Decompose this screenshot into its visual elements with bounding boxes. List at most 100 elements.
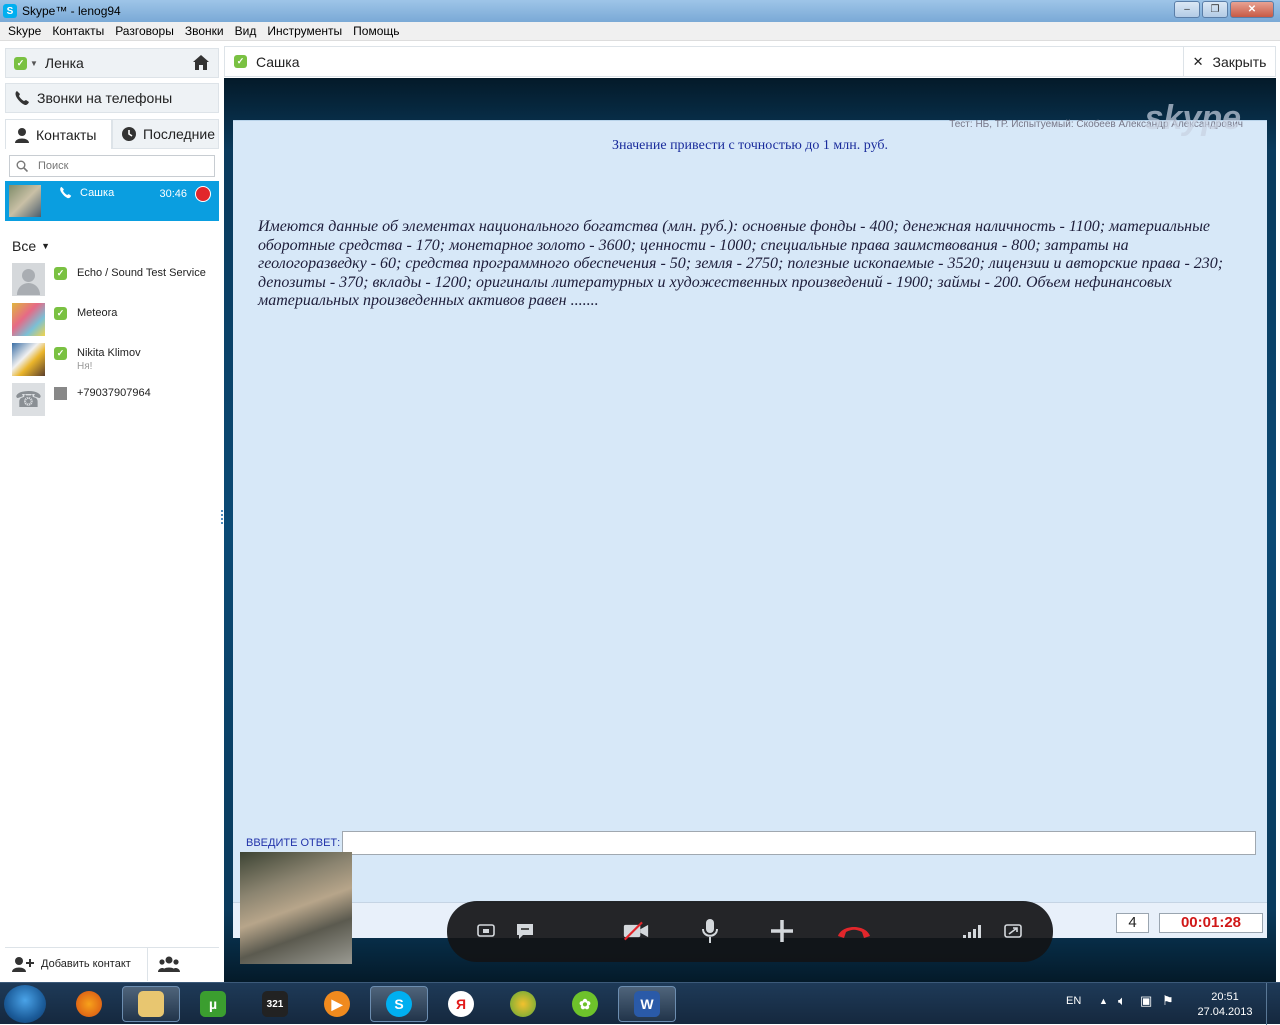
shared-screen: Тест: НБ, ТР. Испытуемый: Скобеев Алекса… — [233, 99, 1267, 938]
minimize-button[interactable]: – — [1174, 1, 1200, 18]
icq-icon[interactable]: ✿ — [556, 986, 614, 1022]
chat-icon[interactable] — [512, 918, 538, 944]
answer-input[interactable] — [342, 831, 1256, 855]
list-item[interactable]: ✓ Meteora — [12, 303, 218, 337]
close-icon: ✕ — [1192, 53, 1204, 69]
share-screen-icon[interactable] — [473, 918, 499, 944]
volume-icon[interactable]: 🔈︎ — [1118, 993, 1126, 1009]
home-icon[interactable] — [192, 54, 210, 72]
signal-strength-icon — [960, 918, 986, 944]
close-window-button[interactable]: ✕ — [1230, 1, 1274, 18]
avatar — [9, 185, 41, 217]
phone-number-icon — [54, 387, 67, 400]
action-center-flag-icon[interactable]: ⚑ — [1162, 993, 1174, 1009]
question-counter: 4 — [1116, 913, 1149, 933]
active-call-contact[interactable]: Сашка 30:46 — [5, 181, 219, 221]
contact-name: Nikita Klimov — [77, 347, 141, 359]
show-desktop-button[interactable] — [1266, 983, 1280, 1025]
close-conversation-button[interactable]: ✕ Закрыть — [1183, 47, 1275, 76]
maximize-button[interactable]: ❐ — [1202, 1, 1228, 18]
chevron-down-icon: ▼ — [41, 241, 51, 251]
skype-taskbar-icon[interactable]: S — [370, 986, 428, 1022]
contact-filter[interactable]: Все ▼ — [12, 238, 50, 254]
phone-icon — [15, 91, 29, 105]
windows-taskbar: µ 321 ▶ S Я ✿ W EN ▲ 🔈︎ ▣ ⚑ 20:51 27.04.… — [0, 982, 1280, 1025]
yandex-browser-icon[interactable]: Я — [432, 986, 490, 1022]
list-item[interactable]: ✓ Echo / Sound Test Service — [12, 263, 218, 297]
language-indicator[interactable]: EN — [1066, 995, 1081, 1007]
menu-calls[interactable]: Звонки — [181, 24, 231, 38]
call-phones-label: Звонки на телефоны — [37, 90, 173, 106]
filter-label: Все — [12, 238, 37, 254]
call-phones-button[interactable]: Звонки на телефоны — [5, 83, 219, 113]
microphone-icon[interactable] — [697, 918, 723, 944]
sidebar-footer: Добавить контакт — [5, 947, 219, 981]
call-duration: 30:46 — [159, 188, 187, 200]
search-icon — [16, 160, 28, 172]
skype-watermark: skype — [1144, 99, 1241, 137]
utorrent-icon[interactable]: µ — [184, 986, 242, 1022]
avatar — [12, 263, 45, 296]
user-status-bar[interactable]: ✓ ▼ Ленка — [5, 48, 219, 78]
window-controls: – ❐ ✕ — [1174, 1, 1274, 18]
menu-view[interactable]: Вид — [231, 24, 264, 38]
menu-skype[interactable]: Skype — [4, 24, 48, 38]
contact-name: Echo / Sound Test Service — [77, 267, 206, 279]
start-button-icon[interactable] — [4, 985, 46, 1023]
chevron-down-icon[interactable]: ▼ — [30, 59, 38, 68]
menu-help[interactable]: Помощь — [349, 24, 406, 38]
play-icon[interactable]: ▶ — [308, 986, 366, 1022]
self-video-preview[interactable] — [240, 852, 352, 964]
search-input[interactable] — [38, 160, 208, 172]
hangup-icon[interactable] — [835, 918, 873, 944]
sidebar: ✓ ▼ Ленка Звонки на телефоны Контакты По… — [0, 42, 224, 982]
phone-icon — [60, 186, 72, 199]
media-player-icon[interactable]: 321 — [246, 986, 304, 1022]
tab-recent[interactable]: Последние — [112, 119, 219, 149]
tab-contacts[interactable]: Контакты — [5, 119, 112, 149]
menu-tools[interactable]: Инструменты — [263, 24, 349, 38]
video-off-icon[interactable] — [623, 918, 649, 944]
clock[interactable]: 20:51 27.04.2013 — [1194, 990, 1256, 1020]
contact-tabs: Контакты Последние — [5, 119, 219, 149]
window-title: Skype™ - lenog94 — [22, 4, 121, 18]
contact-name: Meteora — [77, 307, 118, 319]
tray-expand-icon[interactable]: ▲ — [1099, 996, 1108, 1006]
telephone-icon: ☎ — [12, 383, 45, 416]
add-contact-button[interactable]: Добавить контакт — [5, 947, 148, 981]
conversation-contact-name[interactable]: Сашка — [256, 54, 300, 70]
clock-icon — [122, 127, 136, 141]
tab-contacts-label: Контакты — [36, 126, 97, 143]
online-status-icon[interactable]: ✓ — [14, 56, 27, 70]
active-contact-name: Сашка — [80, 187, 115, 199]
conversation-header: ✓ Сашка ✕ Закрыть — [224, 46, 1276, 77]
list-item[interactable]: ✓ Nikita Klimov Ня! — [12, 343, 218, 377]
create-group-icon[interactable] — [158, 956, 180, 972]
hangup-icon[interactable] — [195, 186, 211, 202]
question-heading: Значение привести с точностью до 1 млн. … — [611, 138, 889, 153]
online-status-icon: ✓ — [54, 347, 67, 360]
word-icon[interactable]: W — [618, 986, 676, 1022]
answer-row: ВВЕДИТЕ ОТВЕТ: — [246, 831, 1256, 855]
answer-label: ВВЕДИТЕ ОТВЕТ: — [246, 837, 341, 849]
online-status-icon: ✓ — [54, 267, 67, 280]
list-item[interactable]: ☎ +79037907964 — [12, 383, 218, 417]
avatar — [12, 343, 45, 376]
add-to-call-icon[interactable] — [769, 918, 795, 944]
online-status-icon: ✓ — [234, 55, 247, 68]
contact-name: +79037907964 — [77, 387, 151, 399]
browser-icon[interactable] — [494, 986, 552, 1022]
panel-splitter[interactable] — [221, 510, 223, 524]
file-explorer-icon[interactable] — [122, 986, 180, 1022]
network-icon[interactable]: ▣ — [1140, 993, 1152, 1009]
user-name[interactable]: Ленка — [45, 55, 84, 71]
menu-contacts[interactable]: Контакты — [48, 24, 111, 38]
menu-conversations[interactable]: Разговоры — [111, 24, 181, 38]
person-icon — [15, 127, 29, 143]
avatar — [12, 303, 45, 336]
clock-date: 27.04.2013 — [1197, 1006, 1253, 1018]
window-titlebar: S Skype™ - lenog94 – ❐ ✕ — [0, 0, 1280, 22]
test-timer: 00:01:28 — [1159, 913, 1263, 933]
fullscreen-icon[interactable] — [1000, 918, 1026, 944]
firefox-icon[interactable] — [60, 986, 118, 1022]
